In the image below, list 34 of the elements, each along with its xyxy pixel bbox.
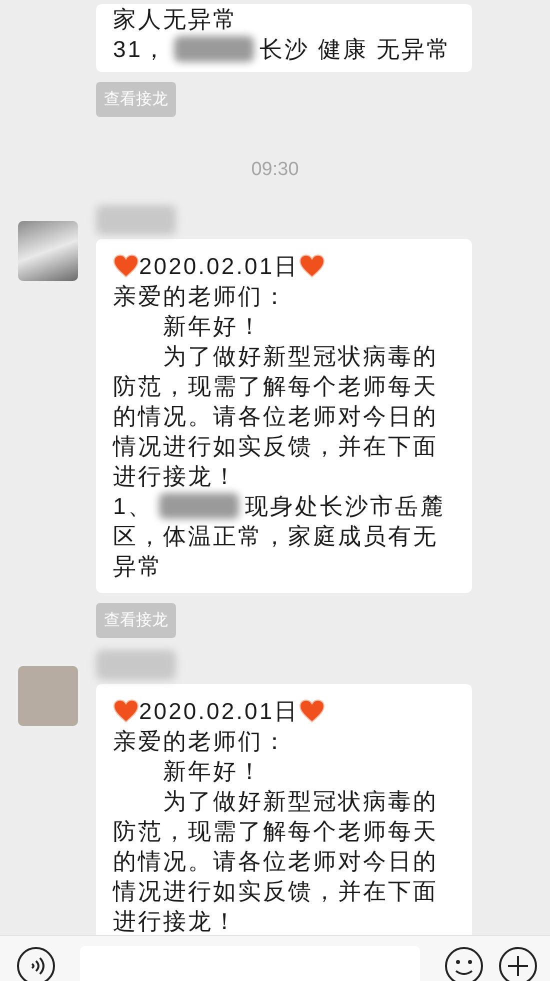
message-text: 进行接龙！: [113, 462, 239, 491]
heart-icon: [299, 254, 326, 278]
emoji-icon[interactable]: [444, 946, 484, 981]
message-text: 1、: [113, 492, 153, 521]
message-text: 亲爱的老师们：: [113, 727, 289, 756]
message-text: 亲爱的老师们：: [113, 282, 289, 311]
message-text: 的情况。请各位老师对今日的: [113, 402, 439, 431]
voice-icon[interactable]: [16, 946, 56, 981]
message-text: 为了做好新型冠状病毒的: [162, 787, 439, 816]
view-chain-button[interactable]: 查看接龙: [96, 82, 176, 117]
heart-icon: [299, 699, 326, 723]
message-text: 防范，现需了解每个老师每天: [113, 817, 439, 846]
message-text: 区，体温正常，家庭成员有无: [113, 522, 439, 551]
message-date: 2020.02.01日: [139, 252, 300, 281]
message-text: 新年好！: [162, 312, 264, 341]
timestamp: 09:30: [251, 159, 299, 181]
message-text: 现身处长沙市岳麓: [244, 492, 445, 521]
message-text: 防范，现需了解每个老师每天: [113, 372, 439, 401]
message-text: 的情况。请各位老师对今日的: [113, 847, 439, 876]
avatar-photo-placeholder[interactable]: [18, 221, 78, 281]
message-text: 新年好！: [162, 757, 264, 786]
message-text: 进行接龙！: [113, 907, 239, 935]
plus-icon[interactable]: [498, 946, 538, 981]
view-chain-button[interactable]: 查看接龙: [96, 603, 176, 638]
heart-icon: [113, 254, 139, 278]
message-text: 情况进行如实反馈，并在下面: [113, 877, 439, 906]
heart-icon: [113, 699, 139, 723]
message-date: 2020.02.01日: [139, 697, 300, 726]
message-text: 家人无异常: [113, 5, 239, 34]
message-text: 长沙 健康 无异常: [260, 35, 452, 64]
message-text: 情况进行如实反馈，并在下面: [113, 432, 439, 461]
message-text: 为了做好新型冠状病毒的: [162, 342, 439, 371]
message-text: 异常: [113, 552, 164, 581]
message-text: 31，: [113, 35, 168, 64]
